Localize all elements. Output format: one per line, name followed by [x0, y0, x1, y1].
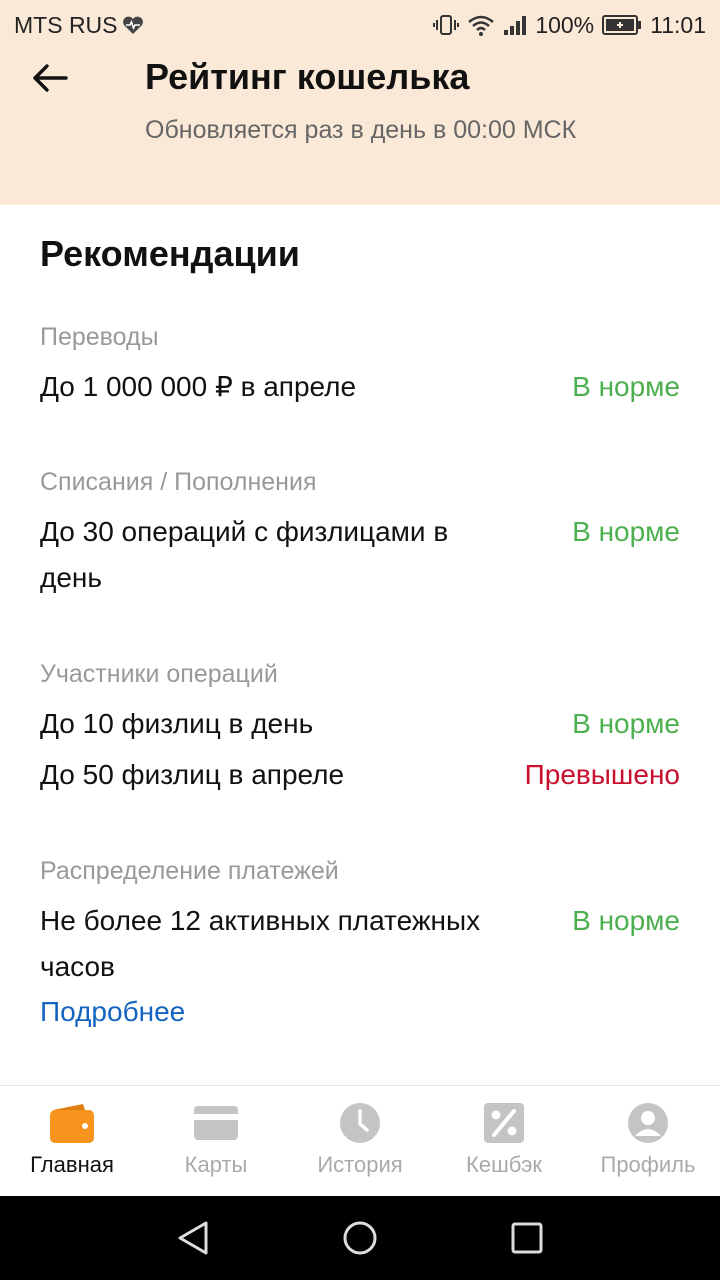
group-payments-distribution: Распределение платежей Не более 12 актив…: [40, 852, 680, 1032]
tab-label: История: [317, 1152, 403, 1177]
category-label: Распределение платежей: [40, 857, 339, 885]
circle-home-icon: [343, 1221, 377, 1255]
nav-recents-button[interactable]: [497, 1208, 557, 1268]
battery-percent: 100%: [535, 11, 595, 38]
nav-back-button[interactable]: [163, 1208, 223, 1268]
tab-cards[interactable]: Карты: [144, 1086, 288, 1196]
group-debits: Списания / Пополнения До 30 операций с ф…: [40, 463, 680, 601]
tab-label: Кешбэк: [466, 1152, 542, 1177]
limit-text: До 1 000 000 ₽ в апреле: [40, 371, 357, 402]
status-exceeded: Превышено: [524, 759, 680, 790]
tab-label: Главная: [30, 1152, 114, 1177]
section-title: Рекомендации: [40, 233, 300, 274]
profile-icon: [628, 1103, 668, 1143]
card-icon: [194, 1106, 238, 1140]
percent-icon: [484, 1103, 524, 1143]
tab-cashback[interactable]: Кешбэк: [432, 1086, 576, 1196]
limit-text: До 30 операций с физлицами в день: [40, 516, 449, 593]
limit-row: Не более 12 активных платежных часов В н…: [40, 898, 680, 990]
limit-text: До 10 физлиц в день: [40, 708, 314, 739]
limit-text: До 50 физлиц в апреле: [40, 759, 345, 790]
header: Рейтинг кошелька Обновляется раз в день …: [0, 50, 720, 205]
heart-pulse-icon: [122, 15, 144, 35]
recommendations-section: Рекомендации Переводы До 1 000 000 ₽ в а…: [0, 205, 720, 1085]
carrier: MTS RUS: [14, 12, 144, 39]
bottom-tabbar: Главная Карты История Кешбэк Профиль: [0, 1085, 720, 1196]
more-link[interactable]: Подробнее: [40, 992, 680, 1032]
nav-home-button[interactable]: [330, 1208, 390, 1268]
tab-home[interactable]: Главная: [0, 1086, 144, 1196]
clock-time: 11:01: [650, 11, 706, 38]
arrow-left-icon: [33, 64, 68, 92]
signal-icon: [503, 14, 527, 36]
page-subtitle: Обновляется раз в день в 00:00 МСК: [145, 116, 577, 144]
status-bar: MTS RUS 100% 11:01: [0, 0, 720, 50]
wifi-icon: [467, 13, 495, 37]
group-transfers: Переводы До 1 000 000 ₽ в апреле В норме: [40, 318, 680, 410]
vibrate-icon: [433, 13, 460, 37]
wallet-icon: [50, 1104, 94, 1143]
category-label: Переводы: [40, 323, 159, 351]
tab-profile[interactable]: Профиль: [576, 1086, 720, 1196]
limit-row: До 1 000 000 ₽ в апреле В норме: [40, 364, 680, 410]
tab-label: Карты: [184, 1152, 248, 1177]
limit-text: Не более 12 активных платежных часов: [40, 905, 481, 982]
page-title: Рейтинг кошелька: [145, 56, 470, 97]
clock-icon: [340, 1103, 380, 1143]
limit-row: До 30 операций с физлицами в день В норм…: [40, 509, 680, 601]
group-participants: Участники операций До 10 физлиц в день В…: [40, 655, 680, 798]
status-ok: В норме: [572, 708, 680, 739]
back-button[interactable]: [28, 56, 72, 100]
limit-row: До 10 физлиц в день В норме: [40, 701, 680, 747]
carrier-name: MTS RUS: [14, 11, 118, 38]
category-label: Списания / Пополнения: [40, 468, 317, 496]
battery-icon: [602, 14, 642, 36]
category-label: Участники операций: [40, 660, 278, 688]
status-ok: В норме: [572, 905, 680, 936]
system-nav-bar: [0, 1196, 720, 1280]
tab-label: Профиль: [600, 1152, 696, 1177]
square-recents-icon: [511, 1222, 543, 1254]
status-right: 100% 11:01: [433, 12, 706, 39]
limit-row: До 50 физлиц в апреле Превышено: [40, 752, 680, 798]
tab-history[interactable]: История: [288, 1086, 432, 1196]
status-ok: В норме: [572, 516, 680, 547]
status-ok: В норме: [572, 371, 680, 402]
triangle-back-icon: [178, 1221, 208, 1255]
